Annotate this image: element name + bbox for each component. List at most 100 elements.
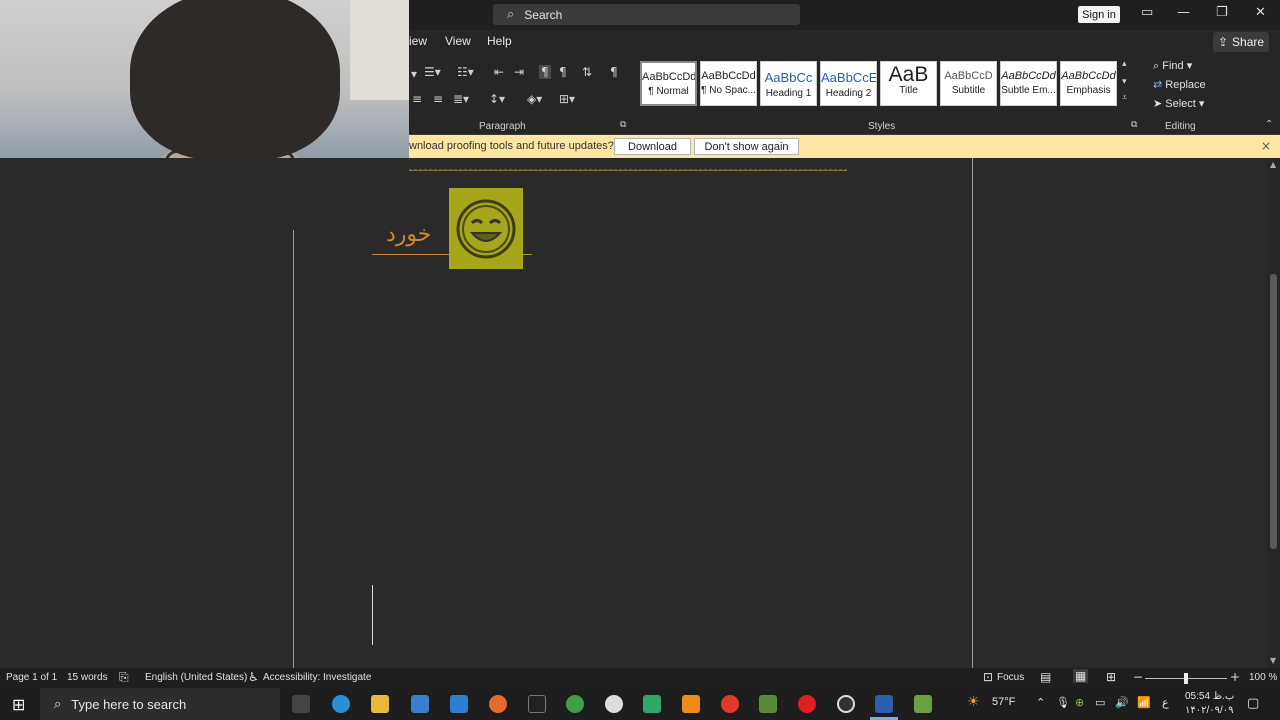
minecraft-icon[interactable] [759,695,777,713]
scroll-down-icon[interactable]: ▼ [1270,656,1276,665]
justify-icon[interactable]: ≣▾ [453,92,469,106]
volume-icon[interactable]: 🔊 [1115,696,1129,709]
increase-indent-icon[interactable]: ⇥ [514,65,524,79]
media-player-icon[interactable] [605,695,623,713]
find-button[interactable]: ⌕ Find ▾ [1153,59,1192,73]
shading-icon[interactable]: ◈▾ [527,92,542,106]
align-right-icon[interactable]: ≡ [433,92,443,106]
vlc-icon[interactable] [682,695,700,713]
app-icon-dark[interactable] [528,695,546,713]
paragraph-launcher-icon[interactable]: ⧉ [620,120,626,130]
maps-icon[interactable] [721,695,739,713]
download-button[interactable]: Download [614,138,691,155]
style-name: Heading 1 [765,88,812,99]
decrease-indent-icon[interactable]: ⇤ [494,65,504,79]
ribbon-display-icon[interactable]: ▭ [1141,5,1153,20]
replace-button[interactable]: ⇄ Replace [1153,78,1206,91]
search-box[interactable]: ⌕ Search [493,4,800,25]
clock-date[interactable]: ۱۴۰۲/۰۹/۰۹ [1185,705,1234,716]
sort-icon[interactable]: ⇅ [582,65,592,79]
zoom-slider-thumb[interactable] [1184,673,1188,684]
clock-app-icon[interactable] [837,695,855,713]
share-button[interactable]: ⇪ Share [1213,32,1269,52]
battery-icon[interactable]: ▭ [1095,696,1105,709]
web-layout-icon[interactable]: ⊞ [1106,670,1116,684]
rtl-icon[interactable]: ¶ [559,65,567,79]
style-no-spacing[interactable]: AaBbCcDd ¶ No Spac... [700,61,757,106]
minimize-button[interactable]: — [1177,5,1190,20]
style-title[interactable]: AaB Title [880,61,937,106]
vertical-scrollbar[interactable]: ▲ ▼ [1267,158,1280,668]
title-bar: ⌕ Search Sign in ▭ — ❐ ✕ [409,0,1280,30]
style-subtle-emphasis[interactable]: AaBbCcDd Subtle Em... [1000,61,1057,106]
zoom-level[interactable]: 100 % [1249,672,1277,683]
file-explorer-icon[interactable] [371,695,389,713]
mail-icon[interactable] [450,695,468,713]
style-heading-2[interactable]: AaBbCcE Heading 2 [820,61,877,106]
taskbar-search[interactable]: ⌕ Type here to search [40,688,280,720]
focus-button[interactable]: Focus [997,672,1024,683]
print-layout-icon[interactable]: ▦ [1073,669,1089,683]
microphone-icon[interactable]: 🎙 [1056,696,1070,709]
styles-more-icon[interactable]: ⩡ [1122,93,1127,103]
select-button[interactable]: ➤ Select ▾ [1153,97,1204,110]
minecraft-alt-icon[interactable] [914,695,932,713]
page-count[interactable]: Page 1 of 1 [6,672,57,683]
style-emphasis[interactable]: AaBbCcDd Emphasis [1060,61,1117,106]
close-button[interactable]: ✕ [1255,5,1266,20]
tab-review[interactable]: iew [409,34,427,48]
task-view-icon[interactable] [292,695,310,713]
store-icon[interactable] [411,695,429,713]
show-marks-icon[interactable]: ¶ [610,65,618,79]
app-icon-green[interactable] [643,695,661,713]
chrome-icon[interactable] [566,695,584,713]
proofing-icon[interactable]: ⎘ [119,670,129,685]
scrollbar-thumb[interactable] [1270,274,1277,549]
weather-icon[interactable]: ☀ [967,694,980,710]
style-name: Subtle Em... [1001,85,1056,96]
document-area[interactable] [0,158,1267,668]
firefox-icon[interactable] [489,695,507,713]
multilevel-list-icon[interactable]: ☷▾ [457,65,474,79]
numbering-icon[interactable]: ☰▾ [424,65,441,79]
windows-start-icon[interactable]: ⊞ [12,695,25,714]
scroll-up-icon[interactable]: ▲ [1270,160,1276,169]
language-status[interactable]: English (United States) [145,672,247,683]
weather-temp[interactable]: 57°F [992,696,1015,708]
style-name: Heading 2 [825,88,872,99]
word-count[interactable]: 15 words [67,672,108,683]
zoom-out-icon[interactable]: − [1133,670,1143,684]
styles-launcher-icon[interactable]: ⧉ [1131,120,1137,130]
smiley-image[interactable] [449,188,523,269]
align-center-icon[interactable]: ≡ [412,92,422,106]
show-hidden-icons[interactable]: ⌃ [1036,696,1045,709]
battery-status-icon[interactable]: ⊕ [1075,696,1084,709]
accessibility-status[interactable]: Accessibility: Investigate [263,672,371,683]
style-heading-1[interactable]: AaBbCc Heading 1 [760,61,817,106]
style-normal[interactable]: AaBbCcDd ¶ Normal [640,61,697,106]
tab-view[interactable]: View [445,34,471,48]
notifications-icon[interactable]: ▢ [1247,696,1259,711]
taskbar: ⊞ ⌕ Type here to search ☀ 57°F ⌃ 🎙 ⊕ ▭ 🔊… [0,688,1280,720]
clock-time[interactable]: 05:54 ب.ظ [1185,691,1234,702]
line-spacing-icon[interactable]: ↕▾ [489,92,505,106]
restore-button[interactable]: ❐ [1216,5,1228,20]
language-indicator[interactable]: ع [1162,696,1169,709]
styles-scroll-down-icon[interactable]: ▾ [1122,77,1127,87]
opera-icon[interactable] [798,695,816,713]
network-icon[interactable]: 📶 [1137,696,1151,709]
read-mode-icon[interactable]: ▤ [1040,670,1051,684]
edge-icon[interactable] [332,695,350,713]
borders-icon[interactable]: ⊞▾ [559,92,575,106]
ltr-icon[interactable]: ¶ [539,65,551,79]
dont-show-again-button[interactable]: Don't show again [694,138,799,155]
style-subtitle[interactable]: AaBbCcD Subtitle [940,61,997,106]
sign-in-button[interactable]: Sign in [1078,6,1120,23]
tab-help[interactable]: Help [487,34,512,48]
collapse-ribbon-icon[interactable]: ⌃ [1265,119,1273,130]
zoom-in-icon[interactable]: + [1230,670,1240,684]
word-icon[interactable] [875,695,893,713]
styles-scroll-up-icon[interactable]: ▴ [1122,59,1127,69]
message-close-icon[interactable]: × [1261,139,1271,153]
bullets-dropdown-icon[interactable]: ▾ [411,67,417,81]
